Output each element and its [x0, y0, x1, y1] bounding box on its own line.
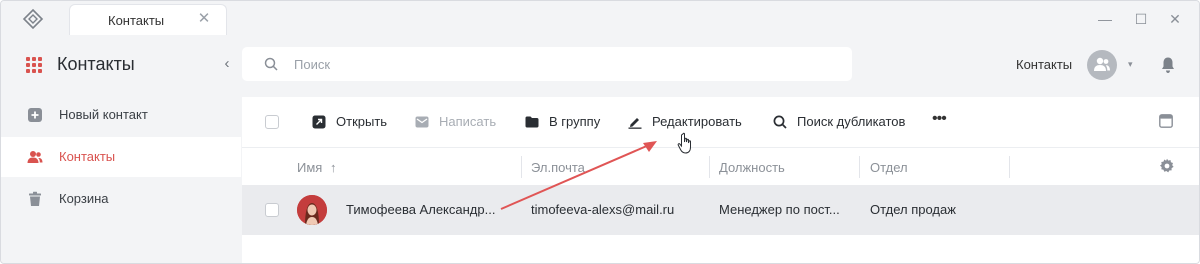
select-all-checkbox[interactable] — [265, 115, 279, 129]
search-input[interactable] — [294, 55, 814, 73]
sidebar-item-contacts[interactable]: Контакты — [1, 137, 241, 177]
write-button[interactable]: Написать — [415, 112, 505, 132]
edit-button[interactable]: Редактировать — [628, 112, 748, 132]
users-icon — [27, 151, 43, 163]
pencil-icon — [628, 118, 642, 129]
search-icon — [264, 57, 278, 71]
add-to-group-button[interactable]: В группу — [525, 112, 610, 132]
contact-photo — [297, 195, 327, 225]
title-bar: Контакты ✕ — ☐ ✕ — [1, 1, 1199, 35]
hand-cursor-icon — [677, 132, 691, 154]
avatar-dropdown-icon[interactable]: ▾ — [1128, 57, 1138, 71]
user-avatar[interactable] — [1087, 50, 1117, 80]
app-logo-icon — [22, 8, 44, 30]
users-icon — [1094, 57, 1110, 71]
contact-department: Отдел продаж — [870, 202, 956, 217]
add-to-group-label: В группу — [549, 114, 601, 129]
sidebar-header: Контакты ‹ — [1, 35, 241, 95]
more-options-icon[interactable]: ••• — [932, 111, 948, 131]
sidebar-title: Контакты — [57, 54, 135, 74]
collapse-sidebar-icon[interactable]: ‹ — [219, 55, 235, 73]
gear-icon[interactable] — [1159, 158, 1175, 174]
column-header-position[interactable]: Должность — [719, 160, 785, 175]
write-label: Написать — [439, 114, 497, 129]
tab-label: Контакты — [108, 13, 165, 28]
open-button[interactable]: Открыть — [312, 112, 392, 132]
contact-name[interactable]: Тимофеева Александр... — [346, 202, 495, 217]
sidebar-item-label: Новый контакт — [59, 107, 148, 122]
sidebar-item-new-contact[interactable]: Новый контакт — [1, 95, 241, 135]
folder-icon — [525, 116, 539, 128]
search-box[interactable] — [242, 47, 852, 81]
column-header-department[interactable]: Отдел — [870, 160, 908, 175]
tab-contacts[interactable]: Контакты ✕ — [69, 4, 227, 35]
toolbar: Открыть Написать В группу Редактировать … — [242, 97, 1199, 147]
open-external-icon — [312, 115, 326, 129]
layout-toggle-icon[interactable] — [1159, 114, 1173, 128]
column-divider[interactable] — [1009, 156, 1010, 178]
column-divider[interactable] — [521, 156, 522, 178]
sidebar-item-trash[interactable]: Корзина — [1, 179, 241, 219]
bell-icon[interactable] — [1160, 56, 1176, 74]
sidebar-item-label: Контакты — [59, 149, 116, 164]
minimize-icon[interactable]: — — [1096, 10, 1114, 28]
column-header-email[interactable]: Эл.почта — [531, 160, 585, 175]
contact-email[interactable]: timofeeva-alexs@mail.ru — [531, 202, 674, 217]
app-window: Контакты ✕ — ☐ ✕ Контакты ‹ Новый контак… — [0, 0, 1200, 264]
column-divider[interactable] — [709, 156, 710, 178]
apps-grid-icon[interactable] — [26, 57, 42, 73]
column-divider[interactable] — [859, 156, 860, 178]
row-checkbox[interactable] — [265, 203, 279, 217]
column-header-name[interactable]: Имя — [297, 160, 322, 175]
sidebar-item-label: Корзина — [59, 191, 109, 206]
header-context-label: Контакты — [1016, 57, 1073, 72]
main-panel: Открыть Написать В группу Редактировать … — [242, 97, 1199, 263]
maximize-icon[interactable]: ☐ — [1132, 10, 1150, 28]
find-duplicates-label: Поиск дубликатов — [797, 114, 906, 129]
edit-label: Редактировать — [652, 114, 742, 129]
search-icon — [773, 115, 787, 129]
table-row[interactable]: Тимофеева Александр... timofeeva-alexs@m… — [242, 185, 1199, 235]
sort-ascending-icon[interactable]: ↑ — [330, 160, 337, 175]
trash-icon — [29, 191, 41, 206]
plus-square-icon — [28, 108, 42, 122]
table-header: Имя ↑ Эл.почта Должность Отдел — [242, 147, 1199, 185]
open-label: Открыть — [336, 114, 388, 129]
contact-position: Менеджер по пост... — [719, 202, 840, 217]
close-window-icon[interactable]: ✕ — [1166, 10, 1184, 28]
find-duplicates-button[interactable]: Поиск дубликатов — [773, 112, 918, 132]
sidebar: Контакты ‹ Новый контакт Контакты Корзин… — [1, 35, 241, 263]
tab-close-icon[interactable]: ✕ — [196, 11, 212, 27]
mail-icon — [415, 116, 429, 128]
contact-avatar — [297, 195, 327, 225]
